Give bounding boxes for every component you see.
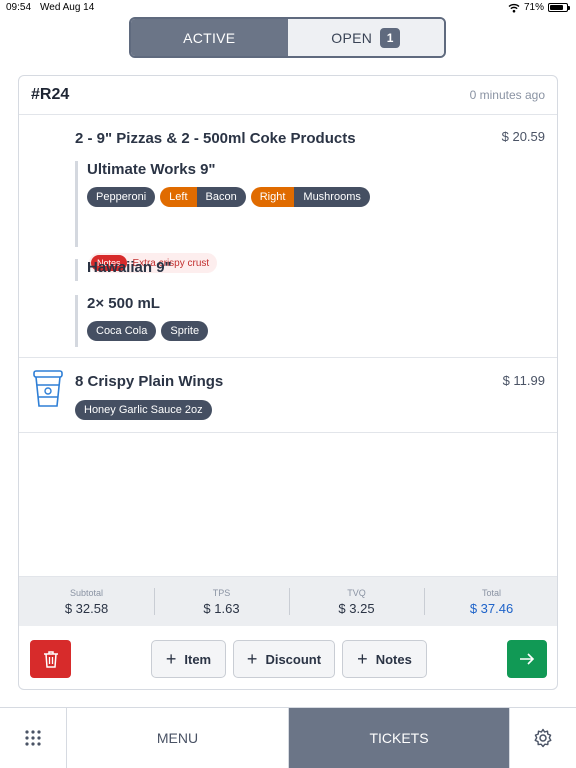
sub-item: Hawaiian 9" — [75, 259, 172, 281]
date: Wed Aug 14 — [40, 2, 95, 13]
drink-cup-icon — [33, 370, 63, 407]
subtotal-label: Subtotal — [69, 587, 104, 598]
status-bar: 09:54 Wed Aug 14 71% — [0, 0, 576, 16]
subtotal: Subtotal $ 32.58 — [19, 577, 154, 626]
sub-item-title: Ultimate Works 9" — [87, 161, 216, 178]
settings-button[interactable] — [510, 708, 576, 768]
tab-menu-label: MENU — [156, 730, 199, 746]
order-line-item[interactable]: 8 Crispy Plain Wings $ 11.99 Honey Garli… — [19, 358, 557, 433]
tvq-tax: TVQ $ 3.25 — [289, 577, 424, 626]
grid-icon — [25, 730, 41, 746]
plus-icon: + — [357, 648, 368, 669]
order-id: #R24 — [31, 86, 70, 103]
tab-tickets-label: TICKETS — [369, 730, 429, 746]
add-notes-label: Notes — [375, 651, 412, 667]
add-item-label: Item — [184, 651, 212, 667]
clock: 09:54 — [6, 2, 32, 13]
tab-open[interactable]: OPEN 1 — [287, 19, 444, 56]
add-item-button[interactable]: + Item — [151, 640, 226, 678]
half-topping-label: Bacon — [196, 187, 246, 207]
drink-chip: Sprite — [161, 321, 209, 341]
half-side-label: Right — [250, 187, 295, 207]
add-discount-button[interactable]: + Discount — [233, 640, 335, 678]
order-card: #R24 0 minutes ago 2 - 9" Pizzas & 2 - 5… — [18, 75, 558, 690]
grand-total: Total $ 37.46 — [424, 577, 557, 626]
delete-order-button[interactable] — [30, 640, 71, 678]
order-age: 0 minutes ago — [469, 88, 545, 102]
wifi-icon — [508, 3, 520, 12]
tps-value: $ 1.63 — [203, 600, 240, 616]
apps-grid-button[interactable] — [0, 708, 67, 768]
sub-item: Ultimate Works 9" Pepperoni Left Bacon R… — [75, 161, 370, 247]
battery-fill — [550, 5, 563, 10]
sub-item-title: Hawaiian 9" — [87, 259, 172, 276]
topping-chips: Pepperoni Left Bacon Right Mushrooms — [87, 187, 370, 207]
tab-active-label: ACTIVE — [183, 29, 236, 46]
order-header: #R24 0 minutes ago — [19, 76, 557, 115]
open-count-badge: 1 — [380, 27, 401, 48]
ticket-filter-segment: ACTIVE OPEN 1 — [129, 17, 446, 58]
total-value: $ 37.46 — [469, 600, 514, 616]
sub-item: 2× 500 mL Coca Cola Sprite — [75, 295, 209, 347]
order-actions: + Item + Discount + Notes — [19, 626, 557, 689]
half-topping-label: Mushrooms — [294, 187, 370, 207]
half-topping-chip: Left Bacon — [160, 187, 246, 207]
trash-icon — [43, 651, 58, 668]
tab-open-label: OPEN — [331, 29, 373, 46]
plus-icon: + — [246, 648, 258, 669]
modifier-chips: Honey Garlic Sauce 2oz — [75, 400, 212, 420]
add-notes-button[interactable]: + Notes — [342, 640, 427, 678]
send-order-button[interactable] — [507, 640, 547, 678]
total-label: Total — [481, 587, 501, 598]
tvq-label: TVQ — [347, 587, 366, 598]
sub-item-title: 2× 500 mL — [87, 295, 160, 312]
plus-icon: + — [165, 648, 177, 669]
status-right: 71% — [508, 2, 570, 13]
item-title: 2 - 9" Pizzas & 2 - 500ml Coke Products — [75, 130, 356, 147]
half-topping-chip: Right Mushrooms — [250, 187, 370, 207]
drink-chips: Coca Cola Sprite — [87, 321, 209, 341]
arrow-right-icon — [520, 653, 535, 665]
order-line-item[interactable]: 2 - 9" Pizzas & 2 - 500ml Coke Products … — [19, 115, 557, 358]
item-title: 8 Crispy Plain Wings — [75, 373, 224, 390]
battery-icon — [548, 3, 570, 12]
tab-active[interactable]: ACTIVE — [131, 19, 288, 56]
tps-label: TPS — [212, 587, 231, 598]
subtotal-value: $ 32.58 — [64, 600, 109, 616]
modifier-chip: Honey Garlic Sauce 2oz — [75, 400, 212, 420]
tab-tickets[interactable]: TICKETS — [289, 708, 510, 768]
add-discount-label: Discount — [265, 651, 322, 667]
tvq-value: $ 3.25 — [338, 600, 375, 616]
totals-bar: Subtotal $ 32.58 TPS $ 1.63 TVQ $ 3.25 T… — [19, 576, 557, 626]
gear-icon — [534, 728, 552, 748]
tab-menu[interactable]: MENU — [67, 708, 289, 768]
tps-tax: TPS $ 1.63 — [154, 577, 289, 626]
bottom-tab-bar: MENU TICKETS — [0, 707, 576, 768]
item-price: $ 11.99 — [502, 373, 545, 388]
drink-chip: Coca Cola — [87, 321, 157, 341]
half-side-label: Left — [160, 187, 197, 207]
topping-chip: Pepperoni — [87, 187, 156, 207]
battery-percent: 71% — [523, 2, 544, 13]
item-price: $ 20.59 — [501, 129, 545, 144]
